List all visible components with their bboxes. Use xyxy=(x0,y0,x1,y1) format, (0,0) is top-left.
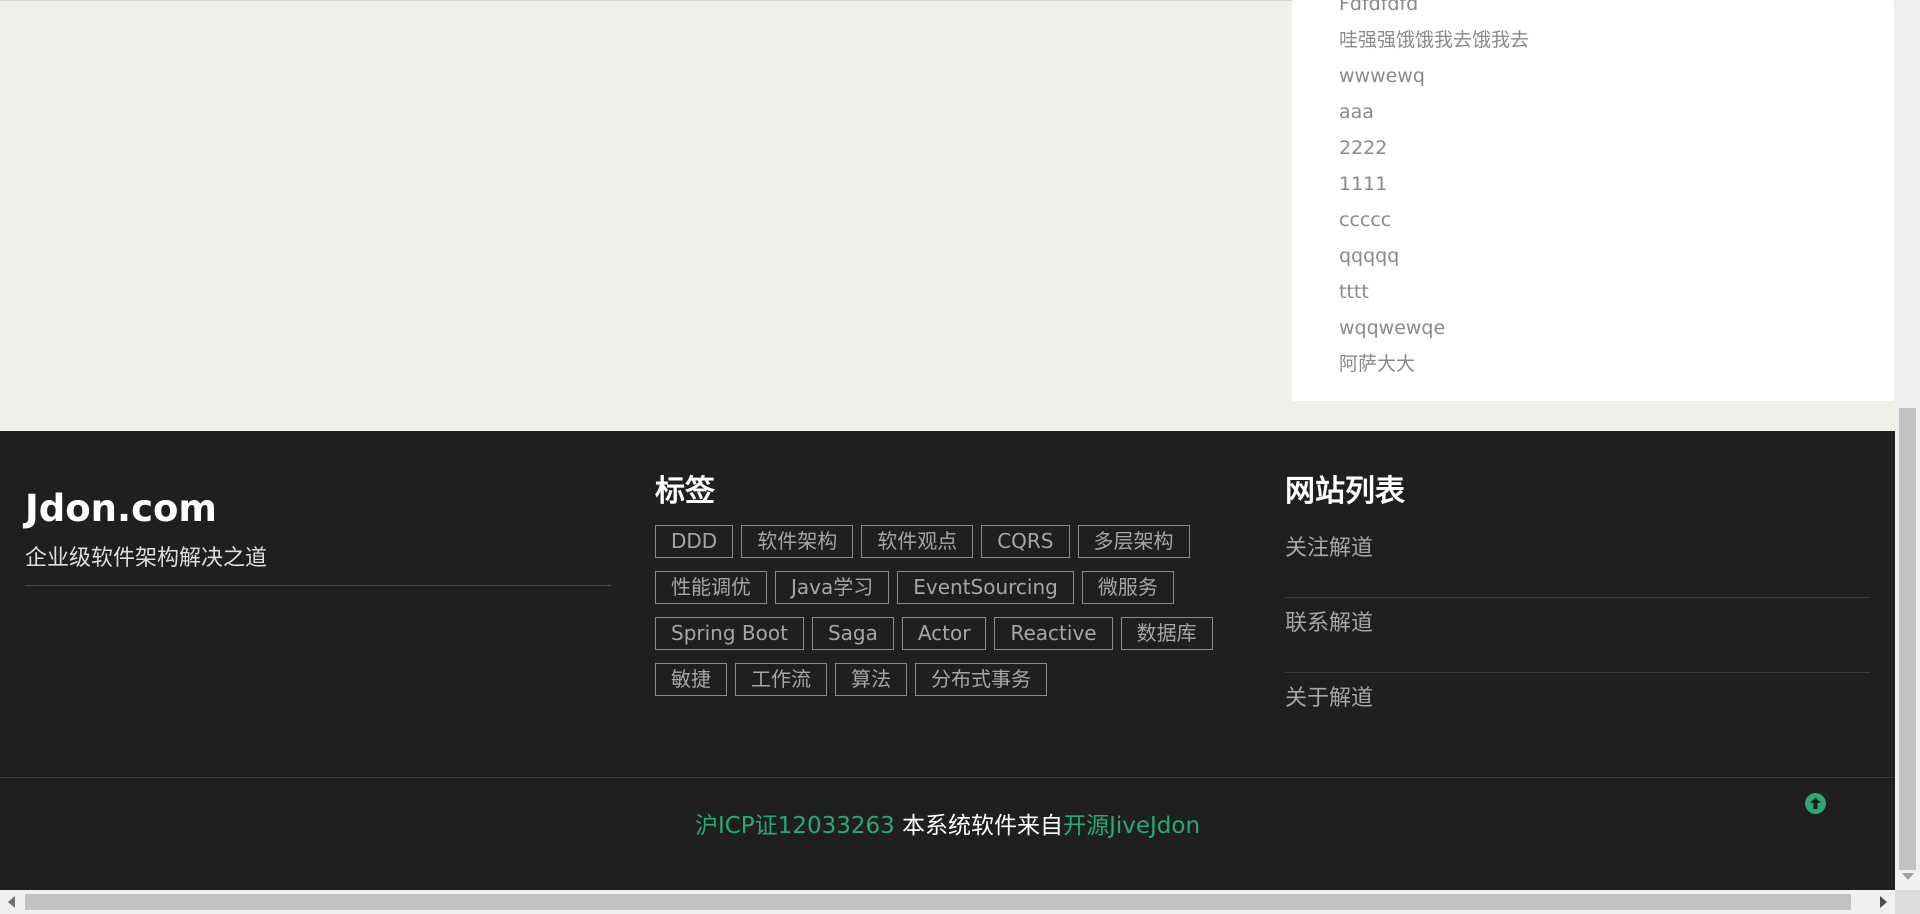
tag-eventsourcing[interactable]: EventSourcing xyxy=(897,571,1074,604)
tags-heading: 标签 xyxy=(655,474,715,509)
vertical-scrollbar[interactable] xyxy=(1895,0,1920,890)
site-link-follow[interactable]: 关注解道 xyxy=(1285,523,1870,598)
site-footer: Jdon.com 企业级软件架构解决之道 标签 DDD 软件架构 软件观点 CQ… xyxy=(0,431,1895,890)
site-list: 关注解道 联系解道 关于解道 xyxy=(1285,523,1870,748)
tag-ddd[interactable]: DDD xyxy=(655,525,734,558)
sidebar-item[interactable]: ccccc xyxy=(1339,202,1529,238)
tag-distributed-transaction[interactable]: 分布式事务 xyxy=(915,663,1047,696)
horizontal-scroll-thumb[interactable] xyxy=(25,894,1851,910)
sidebar-item[interactable]: aaa xyxy=(1339,94,1529,130)
tag-database[interactable]: 数据库 xyxy=(1120,617,1213,650)
tag-software-views[interactable]: 软件观点 xyxy=(861,525,974,558)
sidebar-item[interactable]: 哇强强饿饿我去饿我去 xyxy=(1339,22,1529,58)
tag-workflow[interactable]: 工作流 xyxy=(735,663,827,696)
tag-actor[interactable]: Actor xyxy=(901,617,987,650)
copyright-text: 本系统软件来自 xyxy=(894,813,1064,839)
tag-algorithm[interactable]: 算法 xyxy=(835,663,907,696)
tag-saga[interactable]: Saga xyxy=(811,617,894,650)
sidebar-item[interactable]: 2222 xyxy=(1339,130,1529,166)
footer-divider xyxy=(0,777,1895,778)
sidebar-list: Fdfdfdfd 哇强强饿饿我去饿我去 wwwewq aaa 2222 1111… xyxy=(1339,0,1529,382)
sidebar-item[interactable]: 1111 xyxy=(1339,166,1529,202)
scroll-right-arrow-icon[interactable] xyxy=(1880,896,1887,908)
horizontal-scrollbar[interactable] xyxy=(0,890,1895,914)
site-list-section: 网站列表 关注解道 联系解道 关于解道 xyxy=(1285,473,1870,748)
site-link-contact[interactable]: 联系解道 xyxy=(1285,598,1870,673)
tag-performance-tuning[interactable]: 性能调优 xyxy=(655,571,767,604)
tag-multi-tier-architecture[interactable]: 多层架构 xyxy=(1077,525,1190,558)
vertical-scroll-thumb[interactable] xyxy=(1899,408,1916,870)
scroll-left-arrow-icon[interactable] xyxy=(8,896,15,908)
tag-software-architecture[interactable]: 软件架构 xyxy=(741,525,854,558)
sidebar-item[interactable]: wqqwewqe xyxy=(1339,310,1529,346)
jivejdon-link[interactable]: 开源JiveJdon xyxy=(1063,813,1200,839)
tag-java-learning[interactable]: Java学习 xyxy=(775,571,890,604)
tag-list: DDD 软件架构 软件观点 CQRS 多层架构 性能调优 Java学习 Even… xyxy=(655,525,1235,696)
sidebar-panel: Fdfdfdfd 哇强强饿饿我去饿我去 wwwewq aaa 2222 1111… xyxy=(1292,0,1894,401)
tag-microservices[interactable]: 微服务 xyxy=(1081,571,1174,604)
sidebar-item[interactable]: tttt xyxy=(1339,274,1529,310)
brand-divider xyxy=(25,585,611,586)
footer-brand: Jdon.com 企业级软件架构解决之道 xyxy=(25,487,611,586)
tag-spring-boot[interactable]: Spring Boot xyxy=(655,617,804,650)
scrollbar-corner xyxy=(1895,890,1920,914)
sidebar-item[interactable]: qqqqq xyxy=(1339,238,1529,274)
copyright-line: 沪ICP证12033263 本系统软件来自开源JiveJdon xyxy=(0,811,1895,841)
icp-license-link[interactable]: 沪ICP证12033263 xyxy=(695,813,895,839)
tags-section: 标签 DDD 软件架构 软件观点 CQRS 多层架构 性能调优 Java学习 E… xyxy=(655,473,1235,696)
tag-cqrs[interactable]: CQRS xyxy=(981,525,1070,558)
tag-agile[interactable]: 敏捷 xyxy=(655,663,727,696)
brand-title[interactable]: Jdon.com xyxy=(25,487,611,531)
main-content-area: Fdfdfdfd 哇强强饿饿我去饿我去 wwwewq aaa 2222 1111… xyxy=(0,0,1895,431)
brand-slogan: 企业级软件架构解决之道 xyxy=(25,546,268,571)
sidebar-item[interactable]: wwwewq xyxy=(1339,58,1529,94)
scroll-down-arrow-icon[interactable] xyxy=(1902,873,1914,880)
site-list-heading: 网站列表 xyxy=(1285,474,1405,509)
tag-reactive[interactable]: Reactive xyxy=(994,617,1113,650)
sidebar-item[interactable]: Fdfdfdfd xyxy=(1339,0,1529,22)
sidebar-item[interactable]: 阿萨大大 xyxy=(1339,346,1529,382)
site-link-about[interactable]: 关于解道 xyxy=(1285,673,1870,748)
